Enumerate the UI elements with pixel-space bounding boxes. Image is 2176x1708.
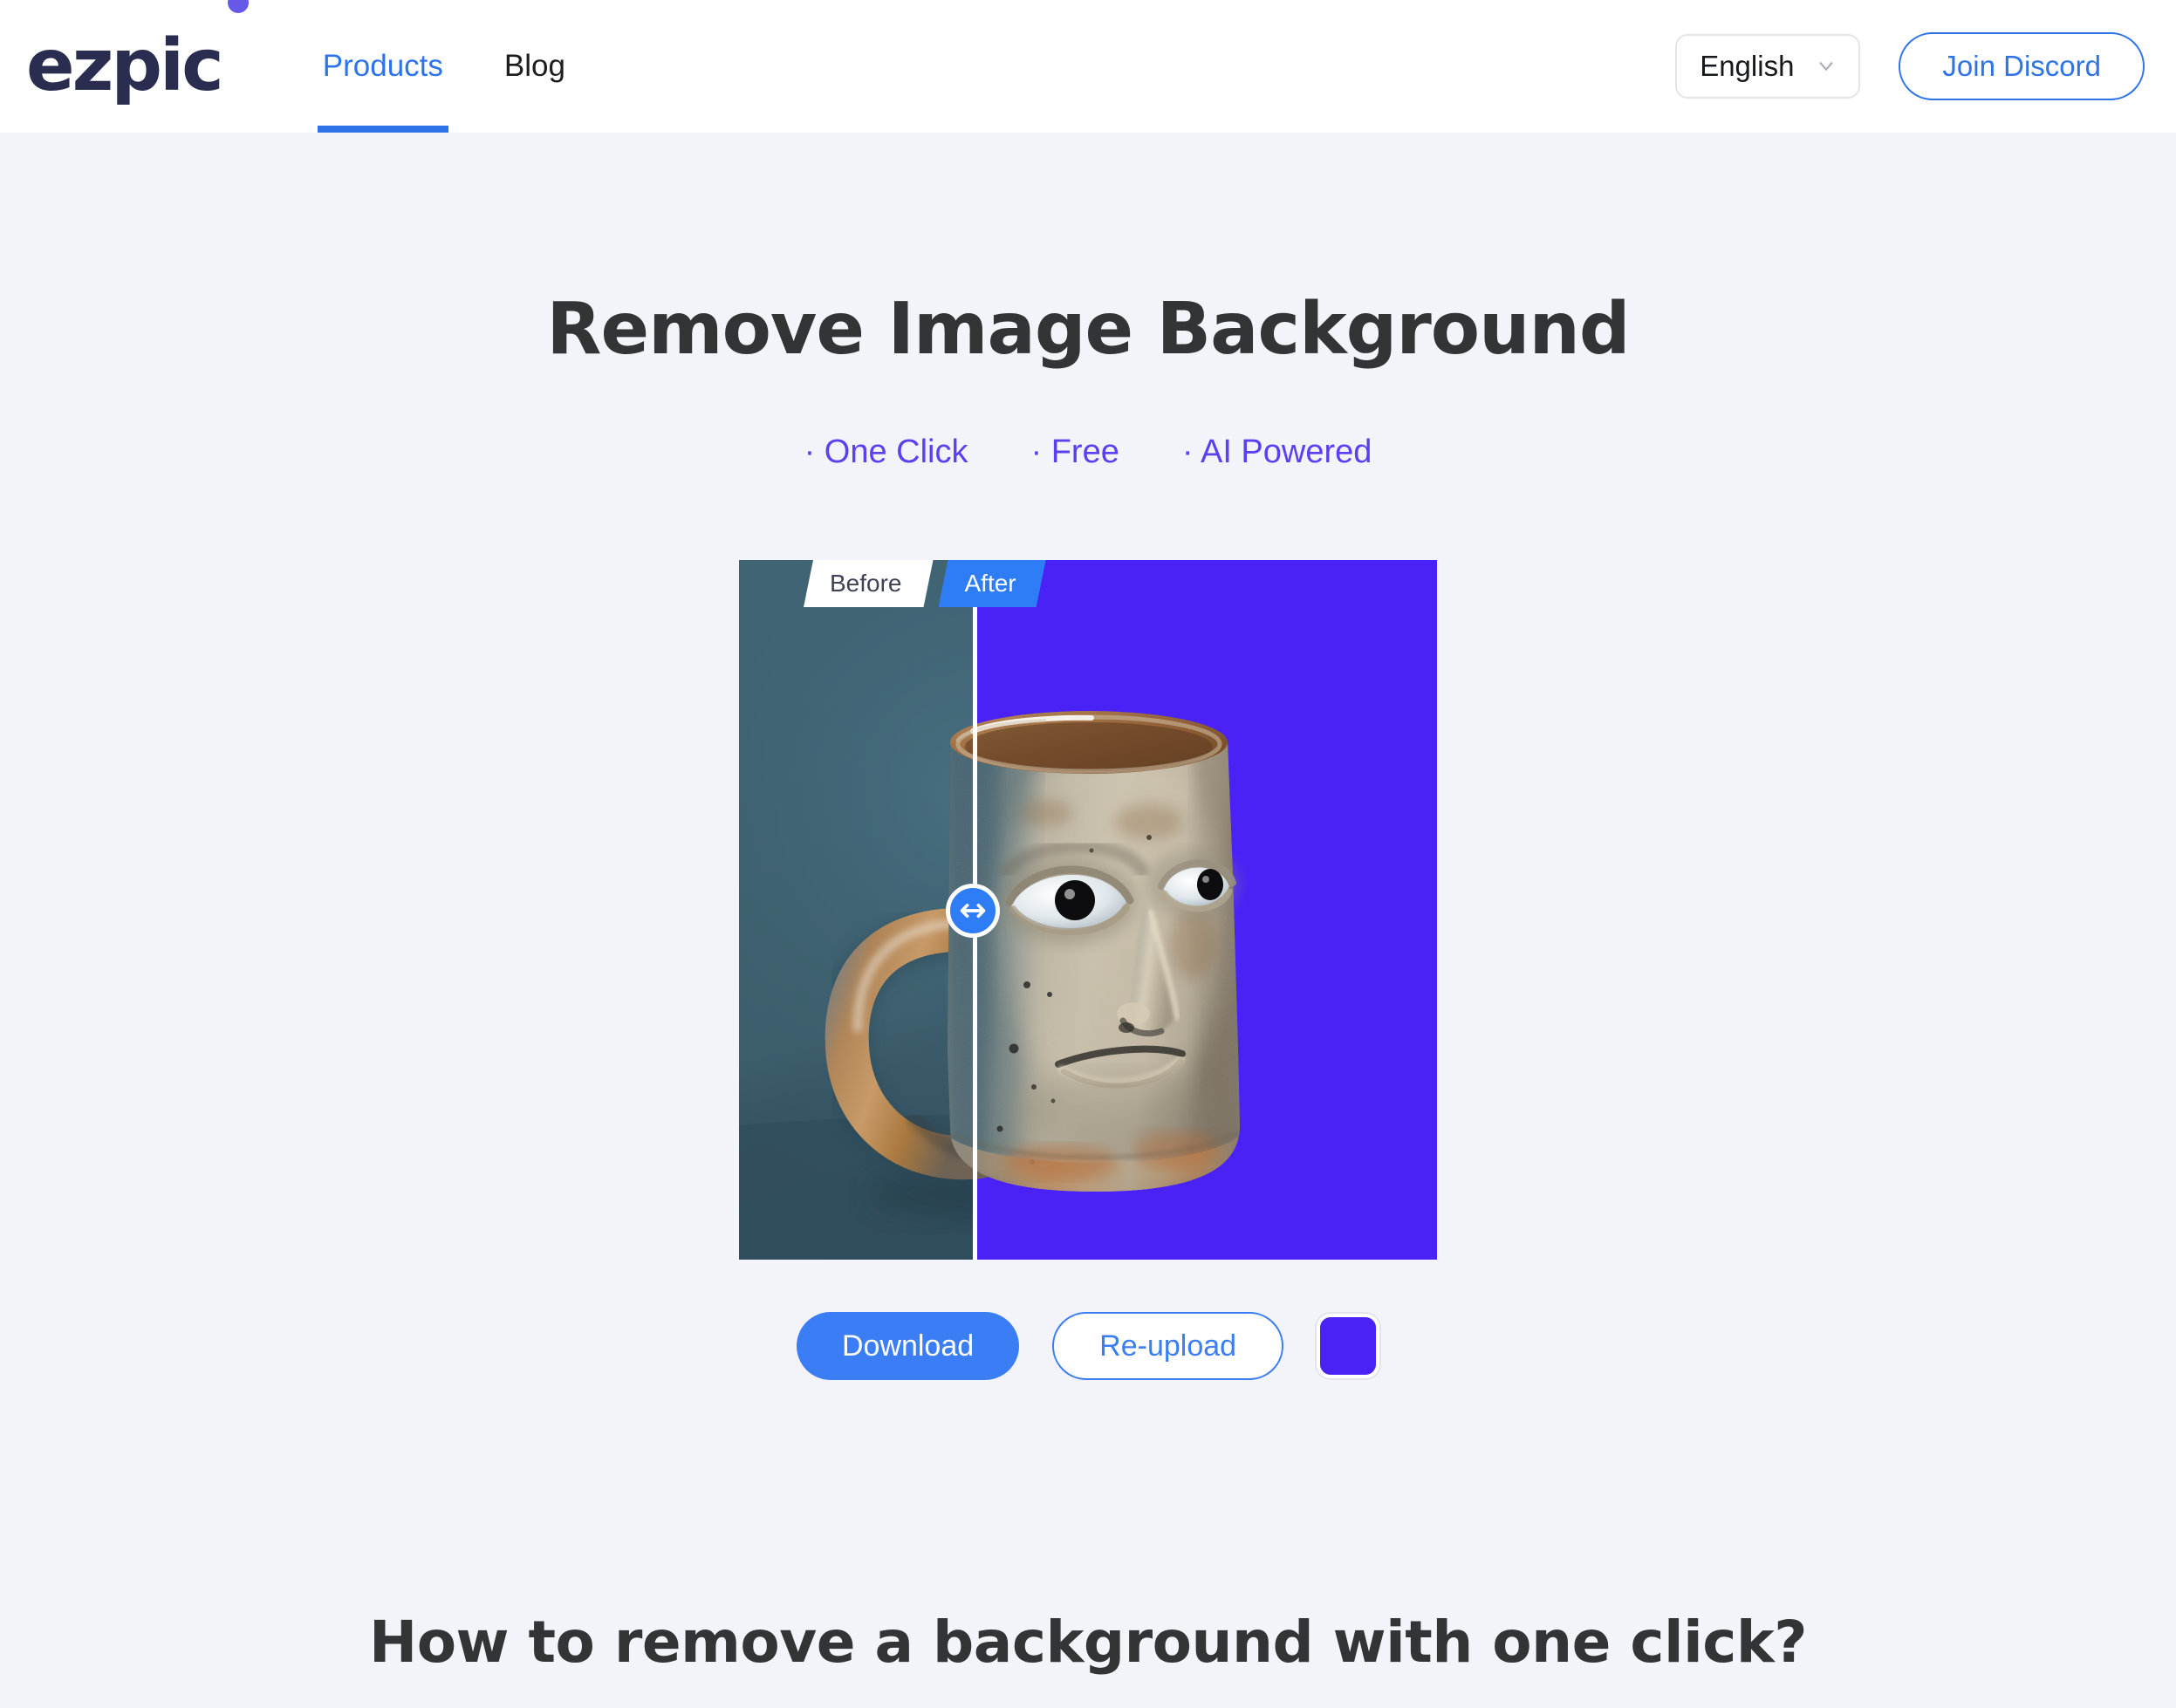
logo-dot-icon xyxy=(228,0,249,13)
main-content: Remove Image Background · One Click · Fr… xyxy=(0,288,2176,1676)
comparison-tabs: Before After xyxy=(804,560,1046,607)
page-title: Remove Image Background xyxy=(546,288,1630,371)
language-selector[interactable]: English xyxy=(1675,34,1861,99)
feature-one-click: · One Click xyxy=(804,434,968,470)
background-color-swatch-button[interactable] xyxy=(1317,1314,1380,1378)
header-actions: English Join Discord xyxy=(1675,32,2145,100)
tab-after[interactable]: After xyxy=(939,560,1046,607)
feature-list: · One Click · Free · AI Powered xyxy=(0,434,2176,471)
arrows-left-right-icon xyxy=(958,896,988,926)
tab-after-label: After xyxy=(964,570,1016,597)
after-image-pane xyxy=(973,560,1437,1260)
nav-item-blog[interactable]: Blog xyxy=(499,0,571,133)
before-after-comparison[interactable]: Before After xyxy=(739,560,1437,1260)
nav-item-blog-label: Blog xyxy=(503,49,565,83)
reupload-button[interactable]: Re-upload xyxy=(1052,1312,1284,1380)
mug-illustration-after xyxy=(973,560,1437,1260)
nav-item-products[interactable]: Products xyxy=(317,0,449,133)
language-selector-value: English xyxy=(1700,50,1795,82)
tab-before-label: Before xyxy=(830,570,902,597)
feature-ai-powered: · AI Powered xyxy=(1181,434,1372,470)
chevron-down-icon xyxy=(1817,57,1836,76)
main-nav: Products Blog xyxy=(317,0,571,133)
feature-free: · Free xyxy=(1030,434,1119,470)
image-actions: Download Re-upload xyxy=(0,1312,2176,1380)
logo[interactable]: ezpic xyxy=(26,0,249,107)
nav-item-products-label: Products xyxy=(322,49,443,83)
how-to-section-title: How to remove a background with one clic… xyxy=(368,1609,1808,1676)
tab-before[interactable]: Before xyxy=(804,560,934,607)
join-discord-button[interactable]: Join Discord xyxy=(1899,32,2145,100)
download-button[interactable]: Download xyxy=(796,1312,1020,1380)
site-header: ezpic Products Blog English Join Discord xyxy=(0,0,2176,133)
logo-text: ezpic xyxy=(26,24,224,107)
comparison-slider-handle[interactable] xyxy=(946,884,1000,938)
